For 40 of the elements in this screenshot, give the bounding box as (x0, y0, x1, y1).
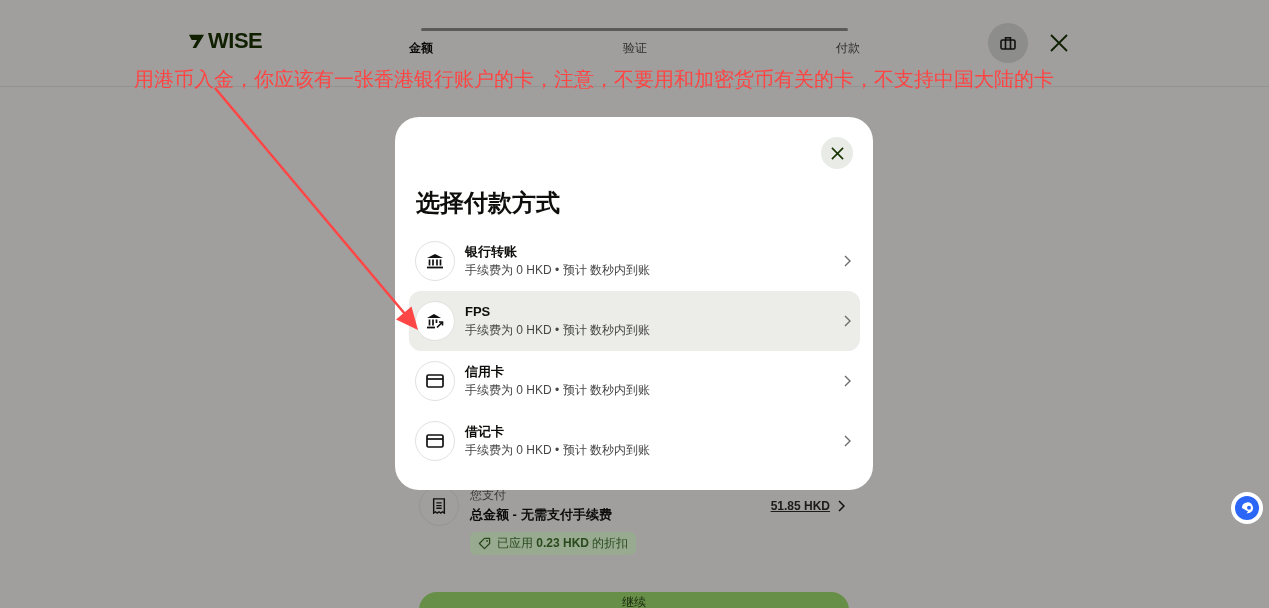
close-icon (1050, 34, 1068, 52)
card-icon (415, 361, 455, 401)
method-detail: 手续费为 0 HKD • 预计 数秒内到账 (465, 262, 650, 279)
method-detail: 手续费为 0 HKD • 预计 数秒内到账 (465, 382, 650, 399)
chevron-icon (844, 375, 851, 387)
briefcase-button[interactable] (988, 23, 1028, 63)
close-button[interactable] (1050, 34, 1068, 52)
close-icon (830, 146, 844, 160)
discount-text: 已应用 0.23 HKD 的折扣 (497, 536, 629, 551)
method-detail: 手续费为 0 HKD • 预计 数秒内到账 (465, 322, 650, 339)
continue-button[interactable]: 继续 (419, 592, 849, 608)
logo-text: WISE (208, 31, 263, 51)
chevron-icon (844, 255, 851, 267)
method-name: 信用卡 (465, 363, 504, 381)
logo-mark-icon (188, 33, 206, 49)
total-label: 总金额 - 无需支付手续费 (470, 506, 612, 524)
tag-icon (478, 537, 491, 550)
method-detail: 手续费为 0 HKD • 预计 数秒内到账 (465, 442, 650, 459)
payment-method-item[interactable]: 银行转账 手续费为 0 HKD • 预计 数秒内到账 (409, 231, 860, 291)
card-icon (415, 421, 455, 461)
step-label[interactable]: 付款 (836, 41, 860, 55)
chat-bubble-icon[interactable] (1231, 492, 1263, 524)
amount-caption: 您支付 (470, 488, 506, 502)
chevron-icon (844, 315, 851, 327)
method-name: 银行转账 (465, 243, 517, 261)
bank-icon (415, 241, 455, 281)
chevron-icon (844, 435, 851, 447)
payment-method-item[interactable]: 信用卡 手续费为 0 HKD • 预计 数秒内到账 (409, 351, 860, 411)
method-name: FPS (465, 303, 491, 321)
annotation-text: 用港币入金，你应该有一张香港银行账户的卡，注意，不要用和加密货币有关的卡，不支持中国大陆的卡 (134, 67, 1054, 91)
chevron-icon (838, 500, 845, 512)
step-label[interactable]: 金额 (409, 41, 433, 55)
close-button[interactable] (821, 137, 853, 169)
amount-link[interactable]: 51.85 HKD (770, 499, 830, 513)
step-label[interactable]: 验证 (622, 41, 647, 55)
payment-method-item[interactable]: 借记卡 手续费为 0 HKD • 预计 数秒内到账 (409, 411, 860, 471)
method-name: 借记卡 (465, 423, 504, 441)
dialog-title: 选择付款方式 (416, 188, 561, 218)
payment-method-item[interactable]: FPS 手续费为 0 HKD • 预计 数秒内到账 (409, 291, 860, 351)
briefcase-icon (1000, 36, 1016, 50)
